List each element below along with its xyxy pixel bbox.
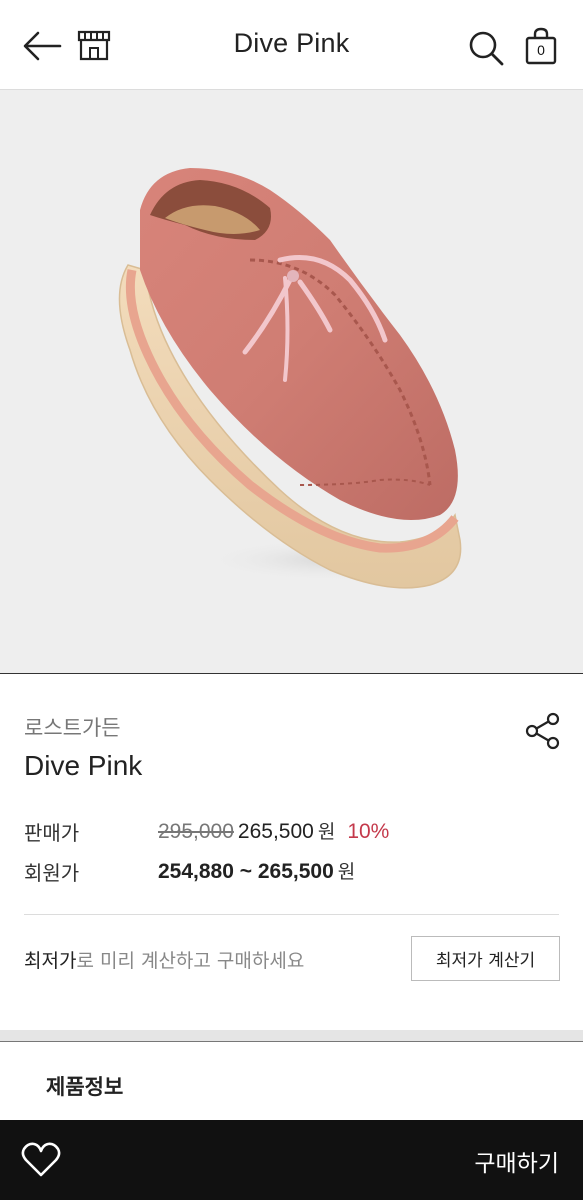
cart-count-badge: 0 — [537, 42, 545, 58]
store-icon[interactable] — [76, 27, 112, 63]
sale-price-label: 판매가 — [24, 821, 80, 845]
back-arrow-icon[interactable] — [20, 26, 64, 66]
brand-name[interactable]: 로스트가든 — [24, 712, 121, 742]
lowest-price-calculator-button[interactable]: 최저가 계산기 — [411, 936, 560, 981]
discount-rate: 10% — [347, 820, 390, 843]
share-icon[interactable] — [524, 712, 562, 750]
lowest-price-hint: 최저가로 미리 계산하고 구매하세요 — [24, 946, 304, 973]
lowest-price-hint-rest: 로 미리 계산하고 구매하세요 — [76, 950, 305, 972]
lowest-price-keyword: 최저가 — [24, 950, 77, 972]
shoe-image — [118, 168, 480, 589]
product-image[interactable] — [0, 90, 583, 674]
product-name: Dive Pink — [24, 750, 143, 781]
tab-product-info[interactable]: 제품정보 — [46, 1071, 123, 1101]
member-price-range: 254,880 ~ 265,500 — [158, 860, 334, 883]
heart-icon[interactable] — [20, 1140, 62, 1180]
sale-price-row: 295,000 265,500 원 10% — [158, 817, 389, 844]
search-icon[interactable] — [466, 28, 506, 68]
bottom-action-bar: 구매하기 — [0, 1120, 583, 1200]
member-price-label: 회원가 — [24, 861, 80, 885]
sale-price: 265,500 — [237, 820, 314, 843]
top-bar: Dive Pink 0 — [0, 0, 583, 90]
member-price-row: 254,880 ~ 265,500 원 — [158, 857, 355, 884]
divider — [24, 914, 559, 915]
currency-unit: 원 — [337, 861, 356, 883]
currency-unit: 원 — [317, 821, 336, 843]
section-separator — [0, 1030, 583, 1042]
original-price: 295,000 — [158, 820, 234, 843]
page-title: Dive Pink — [233, 28, 350, 58]
buy-button[interactable]: 구매하기 — [474, 1144, 559, 1178]
